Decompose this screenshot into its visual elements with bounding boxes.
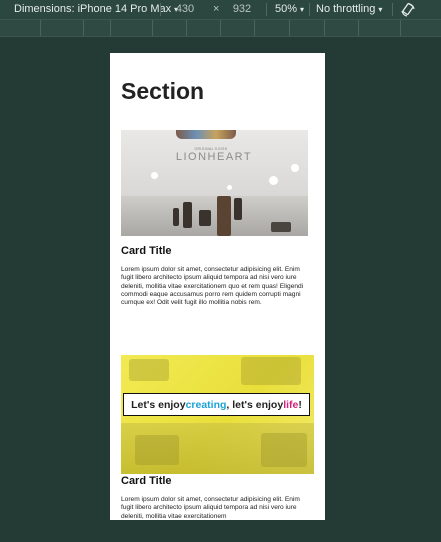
height-input[interactable]: 932 (227, 3, 257, 15)
poster-shape (135, 435, 179, 465)
toy-figure (217, 196, 231, 236)
brand-logo: LIONHEART (175, 151, 253, 163)
width-input[interactable]: 430 (170, 3, 200, 15)
card: ORIGINAL KIOSK LIONHEART Card Title Lore… (121, 130, 314, 340)
throttling-dropdown[interactable]: No throttling ▾ (316, 3, 382, 15)
toy-figure (173, 208, 179, 226)
poster-shape (261, 433, 307, 467)
banner-text: Let's enjoy (131, 398, 186, 411)
throttling-value: No throttling (316, 3, 376, 15)
times-icon: × (213, 3, 220, 15)
card-title: Card Title (121, 245, 172, 257)
dimensions-label: Dimensions: iPhone 14 Pro Max (14, 3, 172, 15)
gallery-wall (121, 130, 308, 196)
chevron-down-icon: ▾ (378, 5, 383, 14)
hanging-figure (176, 130, 236, 139)
ceiling-light (269, 176, 278, 185)
ceiling-light (151, 172, 158, 179)
poster-shape (129, 359, 169, 381)
zoom-dropdown[interactable]: 50% ▾ (275, 3, 304, 15)
banner-text: ! (298, 398, 302, 411)
poster-banner: Let's enjoy creating , let's enjoy life … (123, 393, 310, 416)
ruler-tick (186, 20, 187, 36)
divider (309, 3, 310, 16)
ceiling-light (227, 185, 232, 190)
ruler-tick (152, 20, 153, 36)
card-image: ORIGINAL KIOSK LIONHEART (121, 130, 308, 236)
card-text: Lorem ipsum dolor sit amet, consectetur … (121, 266, 304, 307)
rotate-icon[interactable] (400, 2, 416, 18)
banner-text: , let's enjoy (226, 398, 284, 411)
toy-figure (234, 198, 242, 220)
divider (160, 3, 161, 16)
card-text: Lorem ipsum dolor sit amet, consectetur … (121, 496, 300, 520)
toy-figure (199, 210, 211, 226)
divider (266, 3, 267, 16)
card-image: Let's enjoy creating , let's enjoy life … (121, 355, 314, 474)
card: Let's enjoy creating , let's enjoy life … (121, 355, 314, 520)
media-query-ruler (0, 19, 441, 37)
toy-figure (271, 222, 291, 232)
section-title: Section (121, 78, 205, 104)
device-toolbar: Dimensions: iPhone 14 Pro Max ▾ 430 × 932… (0, 0, 441, 19)
device-viewport[interactable]: Section ORIGINAL KIOSK LIONHEART Card Ti… (110, 53, 325, 520)
poster-shape (241, 357, 301, 385)
banner-highlight-creating: creating (185, 398, 227, 411)
ruler-tick (254, 20, 255, 36)
ruler-tick (83, 20, 84, 36)
device-dimensions-dropdown[interactable]: Dimensions: iPhone 14 Pro Max ▾ (14, 3, 178, 15)
card-title: Card Title (121, 475, 172, 487)
ruler-tick (358, 20, 359, 36)
chevron-down-icon: ▾ (300, 5, 305, 14)
divider (392, 3, 393, 16)
ruler-tick (400, 20, 401, 36)
ruler-tick (220, 20, 221, 36)
ruler-tick (289, 20, 290, 36)
ceiling-light (291, 164, 299, 172)
zoom-value: 50% (275, 3, 298, 15)
ruler-tick (40, 20, 41, 36)
ruler-tick (324, 20, 325, 36)
banner-highlight-life: life (283, 398, 299, 411)
ruler-tick (110, 20, 111, 36)
toy-figure (183, 202, 192, 228)
